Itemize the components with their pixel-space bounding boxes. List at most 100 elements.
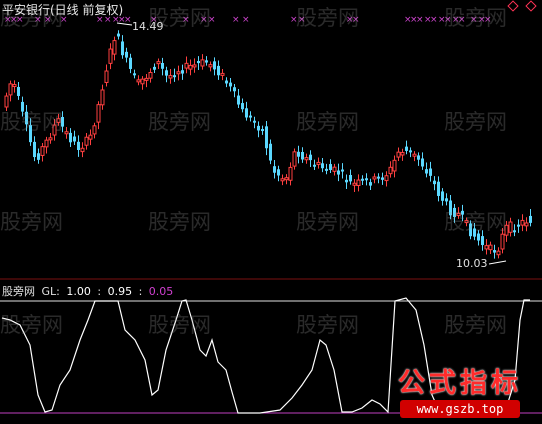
candle-down bbox=[261, 129, 264, 132]
candle-down bbox=[181, 70, 184, 74]
candle-up bbox=[288, 166, 293, 181]
candle-down bbox=[73, 136, 76, 142]
candle-up bbox=[96, 104, 101, 123]
candle-up bbox=[220, 72, 225, 76]
candle-up bbox=[500, 233, 505, 250]
watermark: 股旁网 bbox=[296, 313, 359, 337]
candle-down bbox=[365, 178, 368, 181]
candle-up bbox=[392, 159, 397, 172]
candle-down bbox=[253, 120, 256, 123]
candle-up bbox=[396, 151, 401, 158]
watermark: 股旁网 bbox=[148, 210, 211, 234]
candle-down bbox=[445, 198, 448, 202]
candle-up bbox=[352, 182, 357, 186]
candle-up bbox=[192, 64, 197, 68]
indicator-sep: : bbox=[97, 285, 102, 298]
candle-up bbox=[488, 244, 493, 251]
candle-down bbox=[205, 60, 208, 63]
watermark: 股旁网 bbox=[0, 210, 63, 234]
candle-down bbox=[421, 158, 424, 167]
candle-up bbox=[356, 179, 361, 186]
candle-down bbox=[349, 174, 352, 182]
candle-down bbox=[33, 141, 36, 158]
candle-up bbox=[412, 153, 417, 157]
candle-down bbox=[125, 51, 128, 58]
candle-up bbox=[40, 146, 45, 156]
candle-up bbox=[144, 77, 149, 81]
candle-up bbox=[496, 250, 501, 256]
candle-up bbox=[168, 75, 173, 79]
candle-down bbox=[493, 250, 496, 253]
candle-down bbox=[241, 103, 244, 110]
candle-up bbox=[112, 40, 117, 55]
watermark: 股旁网 bbox=[444, 6, 507, 30]
low-pointer bbox=[488, 260, 507, 265]
candle-up bbox=[64, 131, 69, 135]
candle-down bbox=[513, 230, 516, 233]
candle-up bbox=[108, 48, 113, 64]
candle-down bbox=[441, 191, 444, 201]
candle-down bbox=[77, 141, 80, 150]
candle-up bbox=[200, 59, 205, 67]
candle-down bbox=[249, 115, 252, 118]
indicator-value-3: 0.05 bbox=[148, 285, 174, 298]
candle-down bbox=[173, 75, 176, 78]
candle-down bbox=[341, 169, 344, 172]
watermark: 股旁网 bbox=[296, 110, 359, 134]
candle-down bbox=[297, 151, 300, 157]
candle-up bbox=[12, 84, 17, 88]
candle-down bbox=[345, 179, 348, 183]
candle-down bbox=[425, 169, 428, 174]
candle-up bbox=[140, 78, 145, 85]
candle-down bbox=[69, 132, 72, 143]
candle-down bbox=[129, 57, 132, 69]
candle-down bbox=[417, 155, 420, 160]
candle-up bbox=[184, 62, 189, 69]
candle-up bbox=[208, 64, 213, 68]
low-price-label: 10.03 bbox=[456, 257, 488, 270]
indicator-value-2: 0.95 bbox=[107, 285, 133, 298]
candle-down bbox=[273, 166, 276, 173]
candle-down bbox=[437, 181, 440, 196]
logo-text: 公式指标 bbox=[398, 368, 522, 399]
candle-down bbox=[197, 60, 200, 64]
candle-down bbox=[381, 177, 384, 180]
marker-x: × bbox=[242, 15, 250, 25]
candle-up bbox=[84, 136, 89, 146]
candle-down bbox=[17, 86, 20, 96]
candle-down bbox=[257, 125, 260, 131]
candle-up bbox=[304, 157, 309, 161]
candle-up bbox=[188, 64, 193, 70]
candle-up bbox=[148, 71, 153, 79]
candle-down bbox=[529, 215, 532, 223]
watermark: 股旁网 bbox=[444, 110, 507, 134]
watermark: 股旁网 bbox=[296, 6, 359, 30]
candle-up bbox=[400, 152, 405, 156]
candle-down bbox=[225, 80, 228, 84]
candle-down bbox=[265, 126, 268, 149]
candle-down bbox=[133, 73, 136, 76]
candle-down bbox=[405, 146, 408, 151]
watermark: 股旁网 bbox=[296, 210, 359, 234]
candle-down bbox=[153, 66, 156, 70]
candle-up bbox=[176, 71, 181, 75]
high-price-label: 14.49 bbox=[132, 20, 164, 33]
indicator-name: 股旁网 bbox=[2, 285, 35, 298]
candle-down bbox=[321, 163, 324, 169]
candle-down bbox=[481, 236, 484, 246]
candle-up bbox=[388, 166, 393, 175]
indicator-header: 股旁网 GL: 1.00 : 0.95 : 0.05 bbox=[2, 283, 176, 299]
indicator-sep: : bbox=[138, 285, 143, 298]
candle-down bbox=[337, 170, 340, 175]
candle-up bbox=[372, 176, 377, 180]
candle-down bbox=[233, 87, 236, 92]
candle-down bbox=[37, 153, 40, 160]
candle-up bbox=[284, 177, 289, 181]
candle-down bbox=[301, 151, 304, 160]
candle-up bbox=[104, 70, 109, 84]
candle-up bbox=[48, 137, 53, 141]
marker-x: × bbox=[232, 15, 240, 25]
candle-up bbox=[292, 151, 297, 167]
indicator-param-label: GL: bbox=[41, 285, 60, 298]
candle-down bbox=[213, 61, 216, 70]
